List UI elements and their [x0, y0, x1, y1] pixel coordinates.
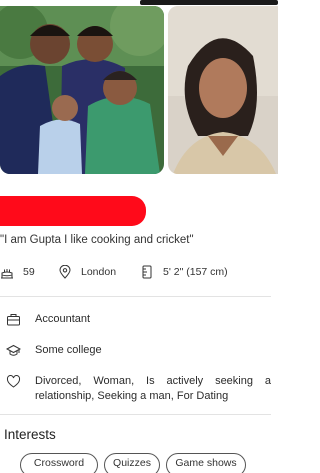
ruler-icon — [140, 265, 154, 279]
photo-gallery[interactable] — [0, 0, 278, 176]
profile-stats: 59 London 5' 2" (157 cm) — [0, 262, 278, 282]
stat-age: 59 — [0, 262, 35, 282]
stat-location: London — [58, 262, 116, 282]
height-value: 5' 2" (157 cm) — [163, 266, 228, 278]
occupation-text: Accountant — [35, 313, 91, 325]
profile-photo-main[interactable] — [0, 6, 164, 174]
cake-icon — [0, 265, 14, 279]
location-value: London — [81, 266, 117, 278]
education-text: Some college — [35, 344, 102, 356]
interest-chip[interactable]: Game shows — [166, 453, 246, 473]
interest-chip[interactable]: Crossword — [20, 453, 98, 473]
divider — [0, 414, 271, 415]
profile-photo-secondary[interactable] — [168, 6, 278, 174]
graduation-cap-icon — [6, 343, 21, 358]
stat-height: 5' 2" (157 cm) — [140, 262, 228, 282]
divider — [0, 296, 271, 297]
heart-icon — [6, 374, 21, 389]
interest-chip[interactable]: Quizzes — [104, 453, 160, 473]
name-redaction — [0, 196, 146, 226]
interest-chips: Crossword Quizzes Game shows — [0, 453, 278, 473]
briefcase-icon — [6, 312, 21, 327]
location-pin-icon — [58, 265, 72, 279]
interests-title: Interests — [4, 427, 56, 442]
bio-text: "I am Gupta I like cooking and cricket" — [0, 234, 194, 246]
age-value: 59 — [23, 266, 35, 278]
relationship-text: Divorced, Woman, Is actively seeking a r… — [35, 375, 271, 402]
